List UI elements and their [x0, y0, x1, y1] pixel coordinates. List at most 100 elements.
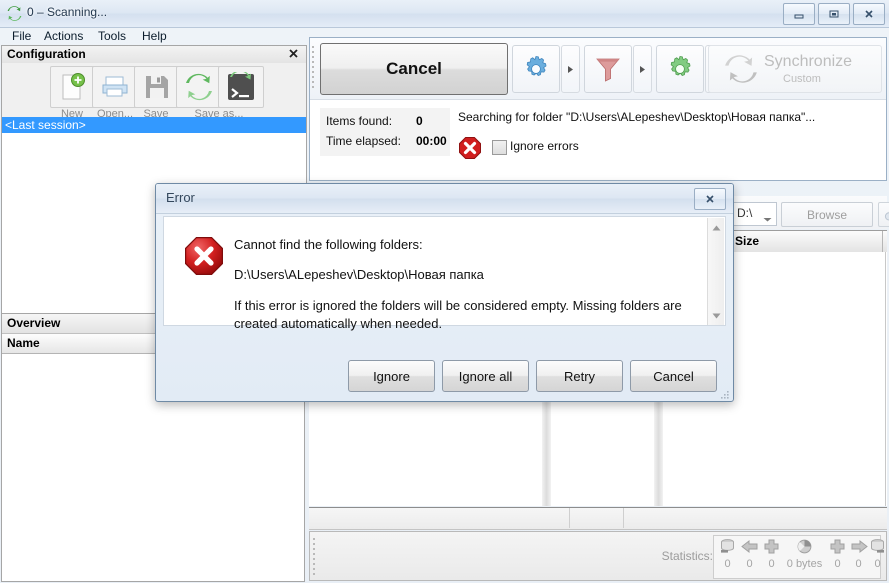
error-dialog-line1: Cannot find the following folders:: [234, 237, 423, 252]
items-found-label: Items found:: [326, 114, 393, 128]
synchronize-label: Synchronize: [764, 53, 853, 70]
configuration-toolbar: New Open... Save Save as...: [2, 63, 306, 120]
browse-button[interactable]: Browse: [781, 202, 873, 227]
caret-right-icon: [568, 65, 573, 73]
save-as-sync-icon: [186, 73, 212, 101]
menu-actions[interactable]: Actions: [38, 28, 89, 44]
create-right-icon: [830, 539, 845, 554]
session-list-item-last-session[interactable]: <Last session>: [2, 117, 306, 133]
stat-delete-left: 0: [716, 539, 739, 570]
ignore-button[interactable]: Ignore: [348, 360, 435, 392]
config-open-button[interactable]: [92, 66, 138, 108]
minimize-button[interactable]: [783, 3, 815, 25]
filter-dropdown[interactable]: [633, 45, 652, 93]
delete-left-icon: [721, 539, 734, 553]
statistics-label: Statistics:: [661, 549, 713, 563]
config-save-as-button[interactable]: [176, 66, 222, 108]
grid-footer-divider: [569, 508, 570, 528]
close-button[interactable]: [853, 3, 885, 25]
freefilesync-window: 0 – Scanning... File Actions Tools Help …: [0, 0, 889, 583]
triangle-down-icon: [712, 313, 720, 318]
stat-create-left: 0: [760, 539, 783, 570]
error-dialog-body: Cannot find the following folders: D:\Us…: [163, 216, 726, 331]
grid-footer: [309, 507, 887, 530]
cloud-icon: [884, 211, 889, 221]
open-folder-icon: [102, 76, 128, 97]
compare-settings-dropdown[interactable]: [561, 45, 580, 93]
menu-tools[interactable]: Tools: [92, 28, 132, 44]
arrow-left-icon: [740, 539, 757, 554]
synchronize-button[interactable]: Synchronize Custom: [708, 45, 882, 93]
drive-combobox[interactable]: D:\: [733, 202, 777, 226]
cloud-button[interactable]: [878, 202, 889, 227]
ignore-all-button[interactable]: Ignore all: [442, 360, 529, 392]
stat-create-right-value: 0: [834, 558, 841, 570]
menu-file[interactable]: File: [6, 28, 37, 44]
chevron-down-icon: [763, 212, 772, 226]
new-document-icon: [62, 73, 85, 100]
app-icon: [6, 5, 23, 22]
status-bar-gripper[interactable]: [313, 537, 318, 577]
grid-header-size[interactable]: Size: [735, 234, 759, 248]
statistics-box: 0 0 0 0 bytes 0 0 0: [713, 535, 884, 579]
synchronize-sublabel: Custom: [783, 73, 821, 85]
error-dialog: Error Cannot find the following folders:…: [155, 183, 734, 402]
configuration-caption: Configuration: [2, 46, 306, 64]
grid-header-divider[interactable]: [882, 231, 883, 252]
stat-data-value: 0 bytes: [786, 558, 823, 570]
save-as-batch-icon: [228, 70, 254, 100]
window-controls: [783, 3, 885, 25]
stat-arrow-left-value: 0: [746, 558, 753, 570]
arrow-right-icon: [851, 539, 868, 554]
grid-edge-line: [885, 252, 886, 506]
close-icon: [706, 195, 714, 203]
stat-arrow-left: 0: [738, 539, 761, 570]
config-save-button[interactable]: [134, 66, 180, 108]
time-elapsed-label: Time elapsed:: [326, 134, 401, 148]
scroll-down-button[interactable]: [708, 308, 724, 323]
status-bar: Statistics: 0 0 0 0 bytes 0 0 0: [309, 531, 887, 581]
error-dialog-scrollbar[interactable]: [707, 218, 724, 325]
window-title: 0 – Scanning...: [27, 5, 108, 19]
error-dialog-icon: [184, 236, 224, 276]
sync-settings-button[interactable]: [656, 45, 704, 93]
overview-title: Overview: [7, 316, 61, 330]
stat-create-right: 0: [826, 539, 849, 570]
progress-error-icon: [458, 136, 482, 160]
create-left-icon: [764, 539, 779, 554]
scroll-up-button[interactable]: [708, 220, 724, 235]
menu-help[interactable]: Help: [136, 28, 173, 44]
green-gear-icon: [670, 56, 691, 76]
drive-value: D:\: [737, 206, 753, 220]
filter-button[interactable]: [584, 45, 632, 93]
maximize-icon: [829, 10, 839, 18]
resize-grip-icon: [721, 391, 729, 399]
ignore-errors-checkbox[interactable]: [492, 140, 507, 155]
error-dialog-line3: If this error is ignored the folders wil…: [234, 298, 682, 331]
toolbar-gripper[interactable]: [312, 44, 317, 92]
error-dialog-resize-grip[interactable]: [720, 389, 730, 399]
close-icon: [289, 49, 298, 58]
stat-delete-right: 0: [866, 539, 889, 570]
config-save-as-batch-button[interactable]: [218, 66, 264, 108]
progress-status-text: Searching for folder "D:\Users\ALepeshev…: [458, 110, 816, 124]
sync-arrows-gray-icon: [725, 55, 757, 83]
compare-settings-button[interactable]: [512, 45, 560, 93]
maximize-button[interactable]: [818, 3, 850, 25]
triangle-up-icon: [712, 225, 720, 230]
caret-right-icon: [640, 65, 645, 73]
pie-data-icon: [797, 539, 812, 554]
delete-right-icon: [871, 539, 884, 553]
floppy-save-icon: [146, 76, 168, 98]
retry-button[interactable]: Retry: [536, 360, 623, 392]
cancel-button[interactable]: Cancel: [320, 43, 508, 95]
error-dialog-close-button[interactable]: [694, 188, 726, 210]
error-dialog-title-bar: Error: [156, 184, 733, 214]
cancel-button-dialog[interactable]: Cancel: [630, 360, 717, 392]
config-new-button[interactable]: [50, 66, 96, 108]
configuration-close-button[interactable]: [287, 47, 300, 60]
overview-column-name: Name: [7, 336, 40, 350]
close-icon: [865, 10, 873, 18]
items-found-value: 0: [416, 114, 423, 128]
ignore-errors-label[interactable]: Ignore errors: [510, 139, 579, 153]
